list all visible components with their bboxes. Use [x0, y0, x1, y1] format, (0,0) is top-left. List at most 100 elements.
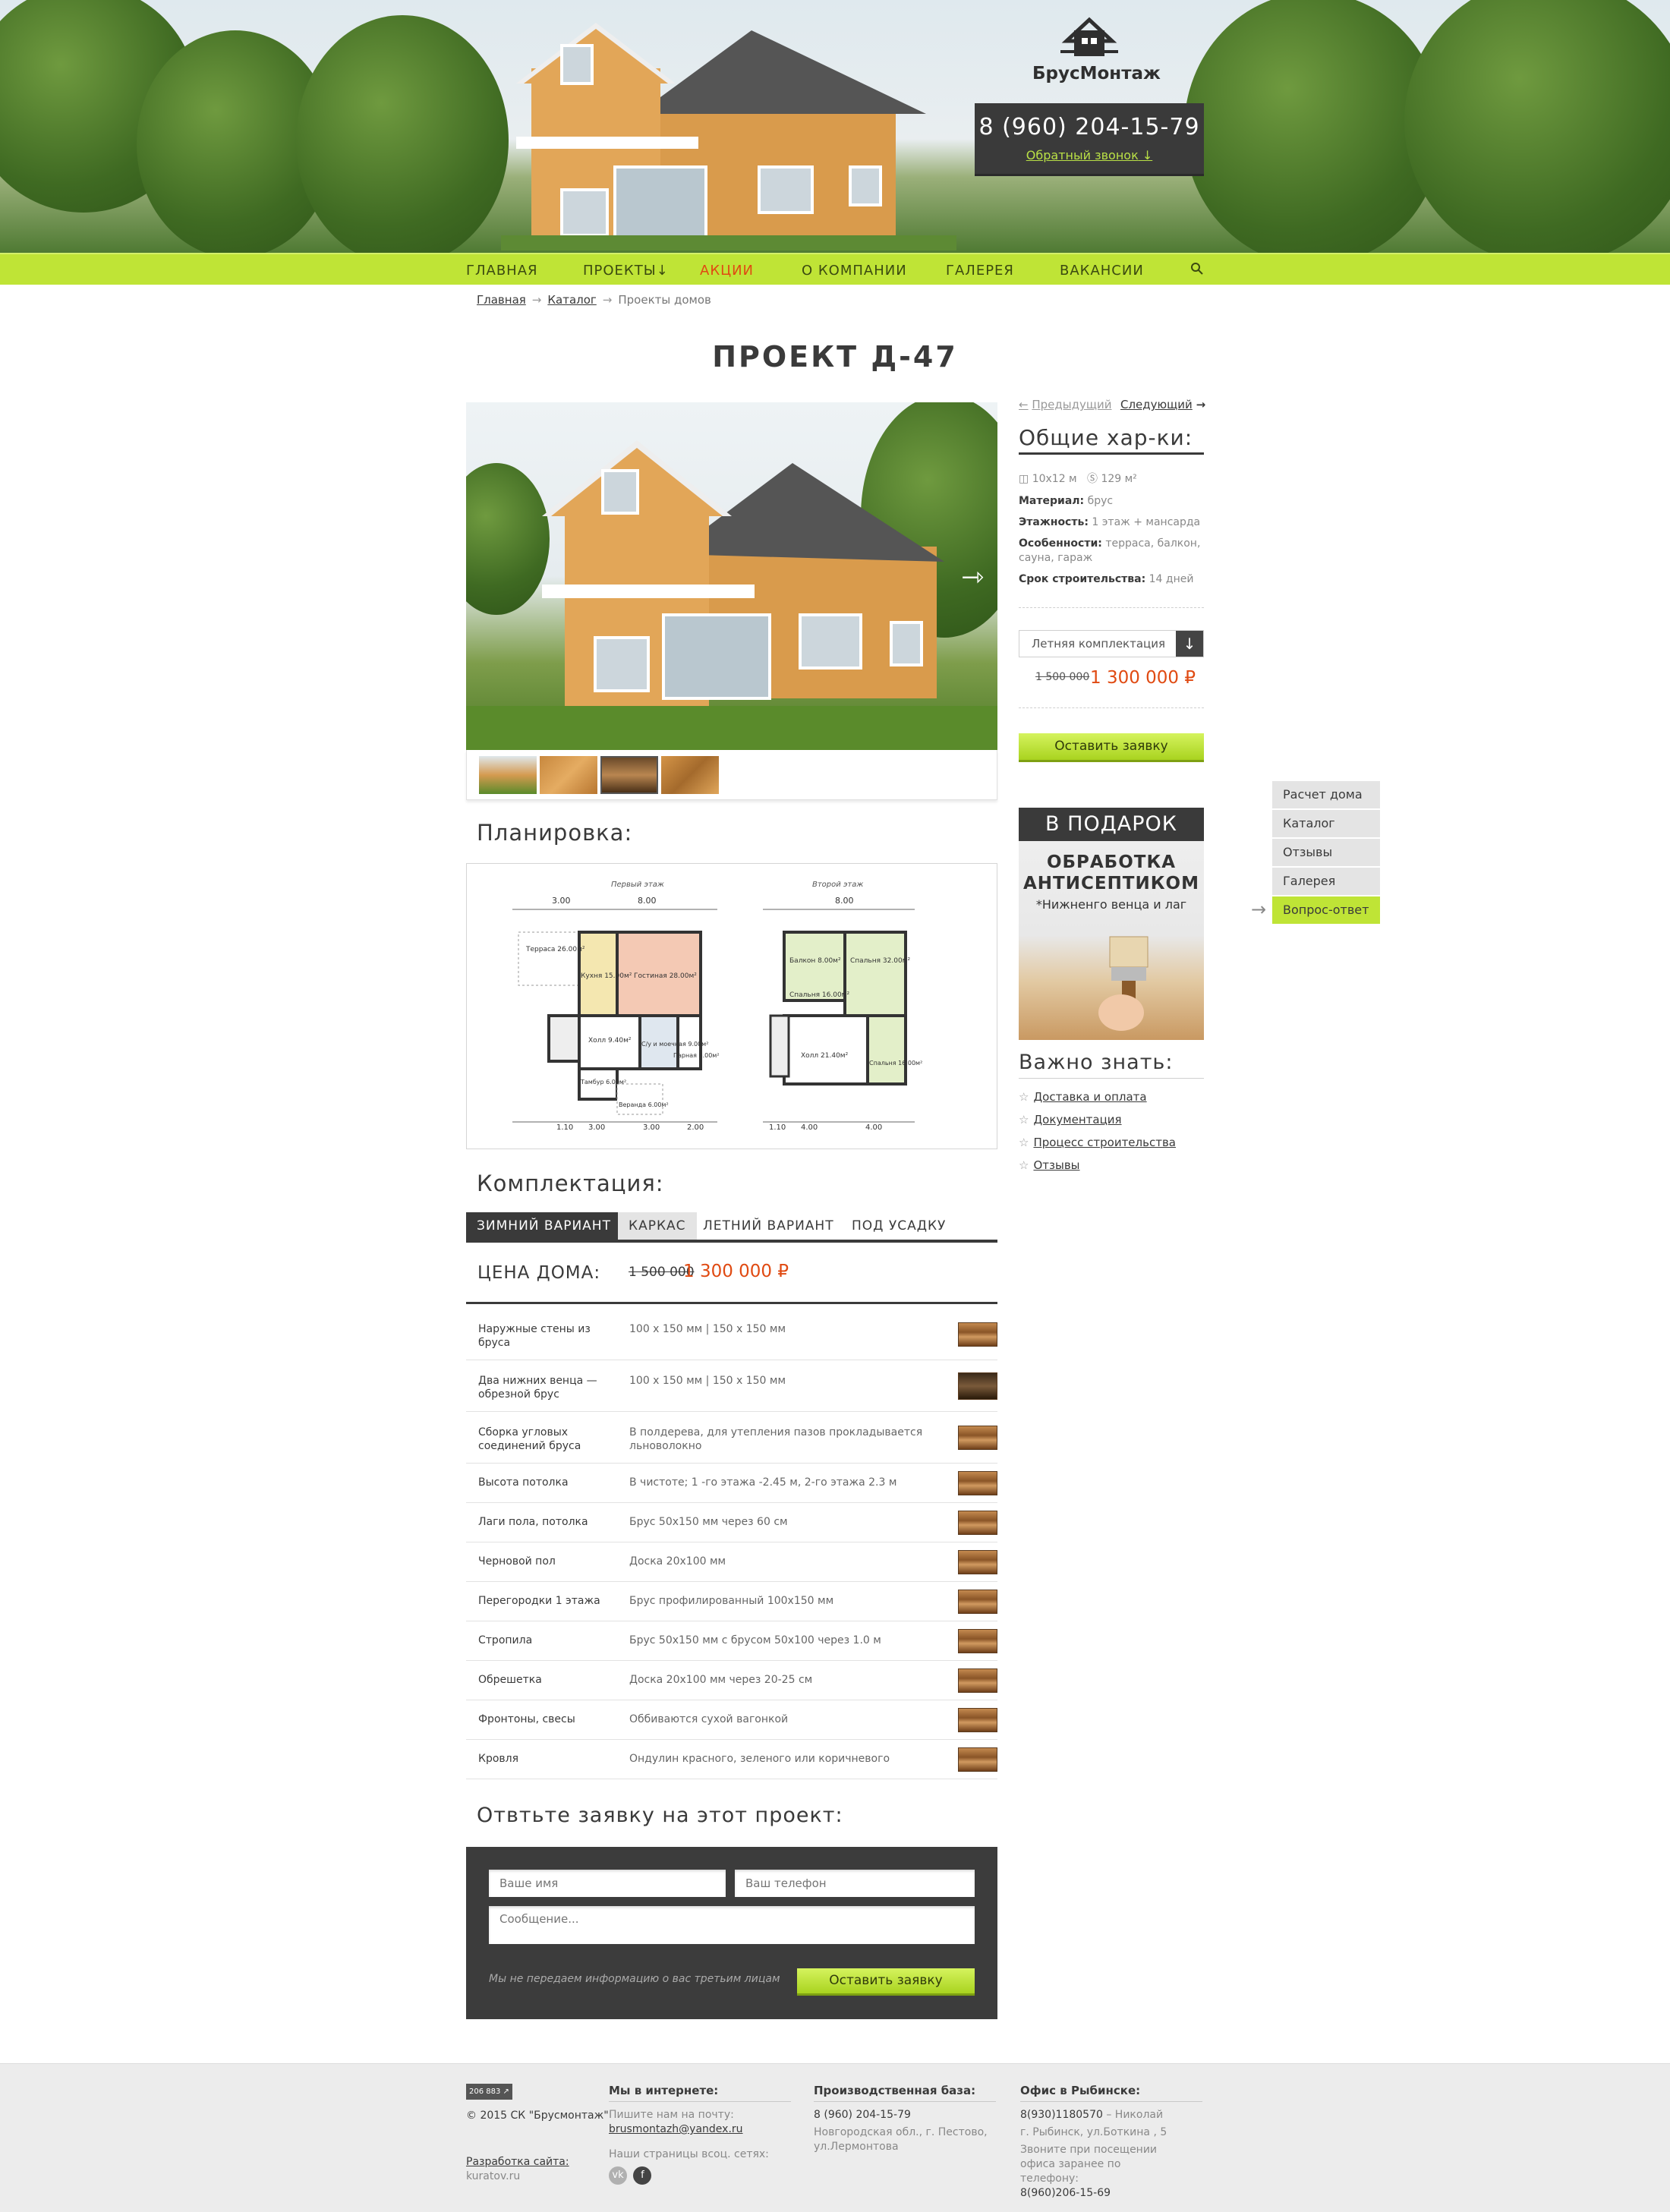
material-thumbnail[interactable] [958, 1372, 997, 1400]
material-thumbnail[interactable] [958, 1471, 997, 1495]
nav-gallery[interactable]: ГАЛЕРЕЯ [946, 263, 1014, 279]
side-request-button[interactable]: Оставить заявку [1019, 733, 1204, 762]
equipment-title: Комплектация: [477, 1171, 664, 1196]
material-thumbnail[interactable] [958, 1629, 997, 1653]
base-title: Производственная база: [814, 2084, 996, 2102]
thumbnail[interactable] [540, 756, 597, 794]
spec-value: Брус 50х150 мм через 60 см [629, 1516, 788, 1528]
office-phone[interactable]: 8(930)1180570 [1020, 2109, 1103, 2121]
equipment-tabs: ЗИМНИЙ ВАРИАНТ КАРКАС ЛЕТНИЙ ВАРИАНТ ПОД… [466, 1212, 997, 1243]
tab-summer[interactable]: ЛЕТНИЙ ВАРИАНТ [692, 1212, 845, 1240]
svg-text:Холл 21.40м²: Холл 21.40м² [801, 1052, 849, 1060]
thumbnail[interactable] [661, 756, 719, 794]
callback-link[interactable]: Обратный звонок ↓ [975, 148, 1204, 162]
nav-about[interactable]: О КОМПАНИИ [802, 263, 907, 279]
spec-value: Брус 50х150 мм с брусом 50х100 через 1.0… [629, 1634, 881, 1646]
spec-name: Сборка угловых соединений бруса [478, 1426, 581, 1452]
prev-project-link[interactable]: ← Предыдущий [1019, 398, 1111, 411]
header-phone[interactable]: 8 (960) 204-15-79 [975, 114, 1204, 140]
know-link-process[interactable]: ☆ Процесс строительства [1019, 1136, 1176, 1149]
nav-vacancies[interactable]: ВАКАНСИИ [1060, 263, 1144, 279]
svg-text:8.00: 8.00 [835, 896, 854, 906]
svg-text:1.10: 1.10 [556, 1123, 573, 1132]
logo[interactable]: БрусМонтаж [1032, 15, 1161, 99]
sidemenu-item-catalog[interactable]: Каталог [1272, 810, 1380, 837]
breadcrumb-current: Проекты домов [618, 293, 711, 307]
online-title: Мы в интернете: [609, 2084, 791, 2102]
message-input[interactable] [489, 1906, 975, 1944]
gift-banner[interactable]: В ПОДАРОК ОБРАБОТКА АНТИСЕПТИКОМ *Нижнен… [1019, 808, 1204, 1040]
arrow-right-icon: → [531, 293, 542, 307]
svg-text:Кухня 15.00м²: Кухня 15.00м² [581, 972, 632, 980]
page-title: ПРОЕКТ Д-47 [712, 340, 958, 373]
material-thumbnail[interactable] [958, 1550, 997, 1574]
name-input[interactable] [489, 1870, 726, 1897]
nav-home[interactable]: ГЛАВНАЯ [466, 263, 538, 279]
tree-image [1184, 0, 1442, 253]
divider [1019, 452, 1204, 455]
sidemenu-item-reviews[interactable]: Отзывы [1272, 839, 1380, 866]
svg-text:Спальня 16.00м²: Спальня 16.00м² [869, 1060, 922, 1067]
svg-text:8.00: 8.00 [638, 896, 657, 906]
breadcrumb-home[interactable]: Главная [477, 293, 526, 307]
dev-site-link[interactable]: kuratov.ru [466, 2169, 609, 2184]
arrow-up-right-icon: ↗ [503, 2088, 509, 2096]
sidemenu-item-faq[interactable]: Вопрос-ответ [1272, 896, 1380, 924]
material-thumbnail[interactable] [958, 1426, 997, 1450]
know-link-reviews[interactable]: ☆ Отзывы [1019, 1158, 1080, 1172]
material-thumbnail[interactable] [958, 1708, 997, 1732]
footer-col-online: Мы в интернете: Пишите нам на почту: bru… [609, 2084, 791, 2185]
spec-value: Оббиваются сухой вагонкой [629, 1713, 789, 1725]
thumbnail[interactable] [479, 756, 537, 794]
floor-plan[interactable]: Первый этаж Второй этаж 3.00 8.00 8.00 Т… [466, 863, 997, 1149]
sidemenu-item-calc[interactable]: Расчет дома [1272, 781, 1380, 808]
request-form: Мы не передаем информацию о вас третьим … [466, 1847, 997, 2019]
lawn [466, 706, 997, 750]
spec-value: В чистоте; 1 -го этажа -2.45 м, 2-го эта… [629, 1476, 897, 1489]
office-phone-2[interactable]: 8(960)206-15-69 [1020, 2186, 1202, 2201]
nav-projects[interactable]: ПРОЕКТЫ↓ [583, 263, 669, 279]
floor2-label: Второй этаж [812, 881, 863, 889]
submit-request-button[interactable]: Оставить заявку [797, 1968, 975, 1996]
spec-value: Брус профилированный 100х150 мм [629, 1595, 834, 1607]
tab-shrinkage[interactable]: ПОД УСАДКУ [841, 1212, 956, 1240]
office-address: г. Рыбинск, ул.Боткина , 5 [1020, 2126, 1167, 2138]
know-link-documents[interactable]: ☆ Документация [1019, 1113, 1122, 1126]
material-thumbnail[interactable] [958, 1668, 997, 1693]
base-phone[interactable]: 8 (960) 204-15-79 [814, 2108, 996, 2122]
material-thumbnail[interactable] [958, 1511, 997, 1535]
star-icon: ☆ [1019, 1090, 1029, 1104]
divider [1019, 1078, 1204, 1079]
privacy-note: Мы не передаем информацию о вас третьим … [489, 1973, 780, 1985]
thumbnail[interactable] [600, 756, 658, 794]
material-thumbnail[interactable] [958, 1747, 997, 1772]
configuration-select[interactable]: Летняя комплектация ↓ [1019, 630, 1204, 657]
spec-name: Лаги пола, потолка [478, 1516, 588, 1528]
visit-counter[interactable]: 206 883 ↗ [466, 2084, 512, 2100]
spec-name: Черновой пол [478, 1555, 556, 1568]
footer-col-office: Офис в Рыбинске: 8(930)1180570 – Николай… [1020, 2084, 1202, 2201]
tab-frame[interactable]: КАРКАС [618, 1212, 697, 1240]
search-icon[interactable] [1190, 262, 1204, 276]
email-link[interactable]: brusmontazh@yandex.ru [609, 2122, 791, 2137]
nav-promotions[interactable]: АКЦИИ [700, 263, 754, 279]
gallery-next-arrow-icon[interactable]: ⇾ [961, 562, 984, 593]
spec-name: Кровля [478, 1753, 519, 1765]
paintbrush-icon [1098, 936, 1149, 1031]
important-title: Важно знать: [1019, 1051, 1174, 1074]
tab-winter[interactable]: ЗИМНИЙ ВАРИАНТ [466, 1212, 622, 1240]
main-photo[interactable] [466, 402, 997, 750]
breadcrumb-catalog[interactable]: Каталог [547, 293, 596, 307]
svg-text:Веранда 6.00м²: Веранда 6.00м² [619, 1101, 669, 1108]
svg-text:Парная 6.00м²: Парная 6.00м² [673, 1052, 720, 1059]
know-link-delivery[interactable]: ☆ Доставка и оплата [1019, 1090, 1147, 1104]
mail-label: Пишите нам на почту: [609, 2109, 734, 2121]
vk-icon[interactable]: vk [609, 2166, 627, 2185]
material-thumbnail[interactable] [958, 1590, 997, 1614]
next-project-link[interactable]: Следующий → [1120, 398, 1205, 411]
sidemenu-item-gallery[interactable]: Галерея [1272, 868, 1380, 895]
material-thumbnail[interactable] [958, 1322, 997, 1347]
floor1-label: Первый этаж [611, 881, 664, 889]
facebook-icon[interactable]: f [633, 2166, 652, 2185]
phone-input[interactable] [735, 1870, 975, 1897]
